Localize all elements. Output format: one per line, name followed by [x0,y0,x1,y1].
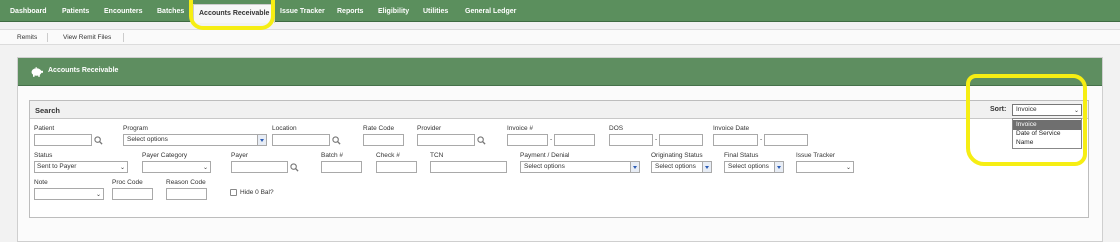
note-select[interactable]: ⌄ [34,188,104,200]
search-icon[interactable] [94,136,103,145]
invoice-number-label: Invoice # [507,125,534,132]
accounts-receivable-panel: Accounts Receivable Search [17,57,1103,242]
highlight-annotation [966,74,1087,166]
subnav-divider [123,33,124,42]
status-select-value: Sent to Payer [37,163,77,170]
panel-title: Accounts Receivable [48,67,119,74]
payment-denial-select-value: Select options [524,163,565,170]
invoice-date-from-input[interactable] [713,134,758,146]
tcn-input[interactable] [430,161,507,173]
chevron-down-icon: ⌄ [202,165,208,171]
chevron-down-icon[interactable] [702,162,711,172]
invoice-date-label: Invoice Date [713,125,750,132]
sub-nav: Remits View Remit Files [0,29,1120,45]
issue-tracker-select[interactable]: ⌄ [796,161,854,173]
dos-to-input[interactable] [659,134,703,146]
payer-category-select[interactable]: ⌄ [142,161,211,173]
reason-code-input[interactable] [166,188,207,200]
invoice-number-to-input[interactable] [554,134,595,146]
range-separator: - [760,136,763,143]
payment-denial-select[interactable]: Select options [520,161,640,173]
payer-category-label: Payer Category [142,152,188,159]
range-separator: - [550,136,553,143]
issue-tracker-label: Issue Tracker [796,152,836,159]
subnav-divider [47,33,48,42]
program-select[interactable]: Select options [123,134,267,146]
hide-zero-bal-checkbox[interactable] [230,189,237,196]
proc-code-input[interactable] [112,188,153,200]
check-number-input[interactable] [376,161,417,173]
location-input[interactable] [272,134,330,146]
nav-patients[interactable]: Patients [62,0,89,22]
dos-label: DOS [609,125,624,132]
panel-header: Accounts Receivable [18,58,1102,86]
note-label: Note [34,179,48,186]
piggy-bank-icon [31,67,43,77]
provider-label: Provider [417,125,442,132]
reason-code-label: Reason Code [166,179,206,186]
final-status-label: Final Status [724,152,759,159]
program-select-value: Select options [127,136,168,143]
patient-label: Patient [34,125,55,132]
originating-status-select-value: Select options [655,163,696,170]
nav-reports[interactable]: Reports [337,0,363,22]
rate-code-input[interactable] [363,134,404,146]
range-separator: - [655,136,658,143]
batch-number-label: Batch # [321,152,344,159]
search-header: Search [30,101,1088,119]
nav-utilities[interactable]: Utilities [423,0,448,22]
nav-dashboard[interactable]: Dashboard [10,0,47,22]
provider-input[interactable] [417,134,475,146]
nav-eligibility[interactable]: Eligibility [378,0,409,22]
search-icon[interactable] [332,136,341,145]
hide-zero-bal-label: Hide 0 Bal? [240,189,274,196]
rate-code-label: Rate Code [363,125,395,132]
originating-status-select[interactable]: Select options [651,161,712,173]
chevron-down-icon[interactable] [257,135,266,145]
subnav-remits[interactable]: Remits [17,30,37,45]
dos-from-input[interactable] [609,134,653,146]
subnav-view-remit-files[interactable]: View Remit Files [63,30,111,45]
chevron-down-icon: ⌄ [845,165,851,171]
invoice-date-to-input[interactable] [764,134,808,146]
location-label: Location [272,125,297,132]
chevron-down-icon: ⌄ [119,165,125,171]
chevron-down-icon: ⌄ [95,192,101,198]
final-status-select[interactable]: Select options [724,161,784,173]
nav-general-ledger[interactable]: General Ledger [465,0,516,22]
patient-input[interactable] [34,134,92,146]
nav-encounters[interactable]: Encounters [104,0,143,22]
search-title: Search [35,106,61,115]
chevron-down-icon[interactable] [630,162,639,172]
status-label: Status [34,152,53,159]
payer-input[interactable] [231,161,288,173]
tcn-label: TCN [430,152,444,159]
invoice-number-from-input[interactable] [507,134,548,146]
final-status-select-value: Select options [728,163,769,170]
search-box: Search [29,100,1089,218]
search-icon[interactable] [290,163,299,172]
top-nav: Dashboard Patients Encounters Batches Ac… [0,0,1120,23]
originating-status-label: Originating Status [651,152,703,159]
highlight-annotation [189,0,275,30]
batch-number-input[interactable] [321,161,362,173]
proc-code-label: Proc Code [112,179,143,186]
program-label: Program [123,125,148,132]
search-icon[interactable] [477,136,486,145]
payer-label: Payer [231,152,248,159]
chevron-down-icon[interactable] [774,162,783,172]
payment-denial-label: Payment / Denial [520,152,570,159]
check-number-label: Check # [376,152,400,159]
status-select[interactable]: Sent to Payer ⌄ [34,161,128,173]
nav-batches[interactable]: Batches [157,0,184,22]
nav-issue-tracker[interactable]: Issue Tracker [280,0,325,22]
